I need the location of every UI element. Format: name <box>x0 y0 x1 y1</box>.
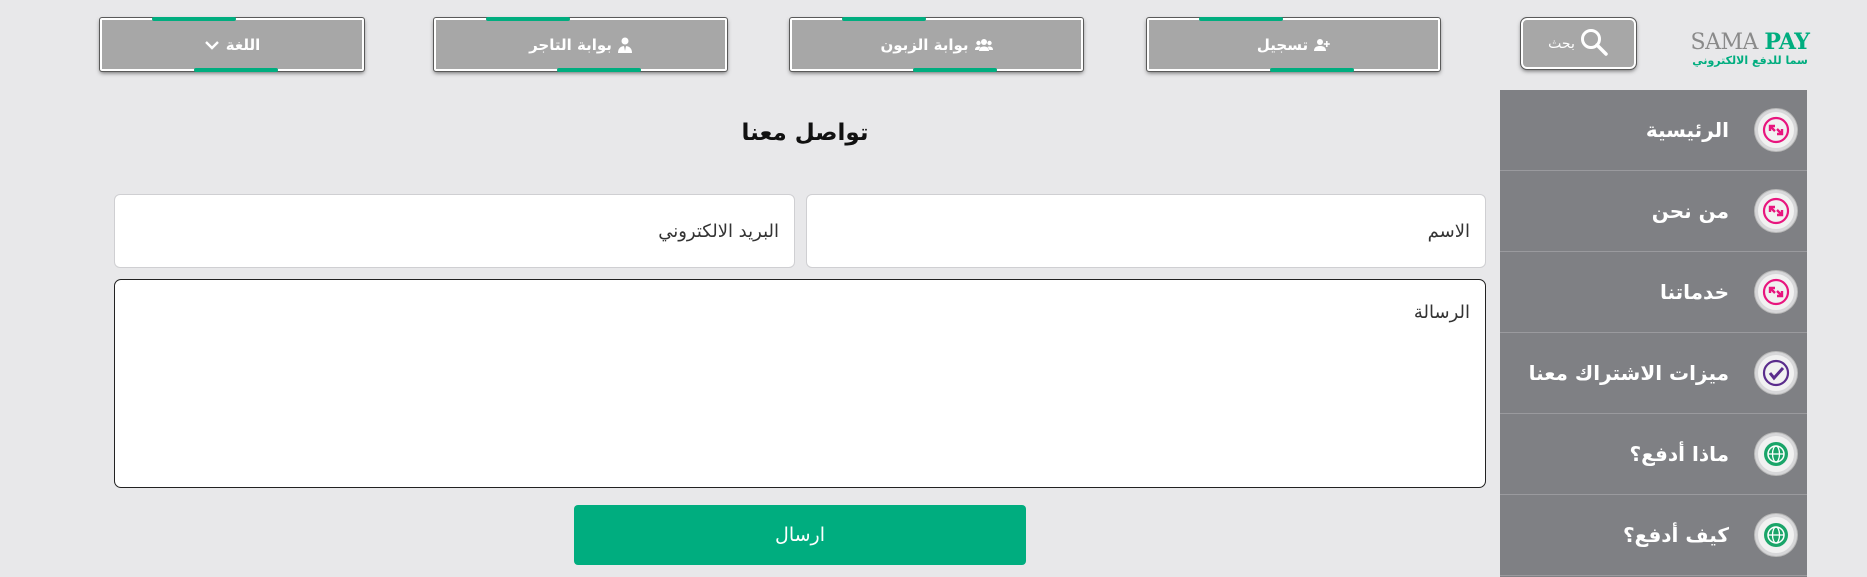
accent-bar <box>913 68 997 72</box>
accent-bar <box>557 68 641 72</box>
name-field[interactable]: الاسم <box>806 194 1486 268</box>
message-placeholder: الرسالة <box>1413 302 1470 323</box>
email-field[interactable]: البريد الالكتروني <box>114 194 795 268</box>
register-button[interactable]: تسجيل <box>1146 17 1441 72</box>
arrows-exchange-icon <box>1755 109 1797 151</box>
accent-bar <box>1270 68 1354 72</box>
language-label: اللغة <box>225 35 261 54</box>
sidebar-item-label: ميزات الاشتراك معنا <box>1528 361 1729 385</box>
sidebar-item-how-to-pay[interactable]: كيف أدفع؟ <box>1500 495 1807 576</box>
sidebar-nav: الرئيسية من نحن خدماتنا ميزات الاشتراك م… <box>1500 90 1807 577</box>
brand-logo[interactable]: SAMA PAY سما للدفع الالكتروني <box>1690 29 1811 75</box>
message-textarea[interactable]: الرسالة <box>114 279 1486 488</box>
chevron-down-icon <box>204 39 220 51</box>
logo-text-pay: PAY <box>1764 29 1810 55</box>
customer-portal-label: بوابة الزبون <box>880 35 969 54</box>
sidebar-item-label: ماذا أدفع؟ <box>1629 442 1729 466</box>
search-button[interactable]: بحث <box>1520 17 1637 70</box>
logo-text-sama: SAMA <box>1690 30 1759 55</box>
accent-bar <box>1199 17 1283 21</box>
merchant-portal-button[interactable]: بوابة التاجر <box>433 17 728 72</box>
globe-icon <box>1755 514 1797 556</box>
arrows-exchange-icon <box>1755 271 1797 313</box>
sidebar-item-about[interactable]: من نحن <box>1500 171 1807 252</box>
arrows-exchange-icon <box>1755 190 1797 232</box>
page-title: تواصل معنا <box>741 120 869 146</box>
search-icon <box>1579 27 1609 61</box>
user-plus-icon <box>1314 38 1330 52</box>
sidebar-item-home[interactable]: الرئيسية <box>1500 90 1807 171</box>
send-button[interactable]: ارسال <box>574 505 1026 565</box>
logo-tagline: سما للدفع الالكتروني <box>1692 54 1808 67</box>
sidebar-item-subscription-features[interactable]: ميزات الاشتراك معنا <box>1500 333 1807 414</box>
accent-bar <box>152 17 236 21</box>
name-placeholder: الاسم <box>1427 220 1470 242</box>
register-label: تسجيل <box>1256 35 1309 54</box>
accent-bar <box>842 17 926 21</box>
language-dropdown[interactable]: اللغة <box>99 17 365 72</box>
accent-bar <box>486 17 570 21</box>
merchant-portal-label: بوابة التاجر <box>529 35 612 54</box>
globe-icon <box>1755 433 1797 475</box>
sidebar-item-label: الرئيسية <box>1645 118 1729 142</box>
check-icon <box>1755 352 1797 394</box>
users-icon <box>974 38 993 52</box>
customer-portal-button[interactable]: بوابة الزبون <box>789 17 1084 72</box>
search-button-label: بحث <box>1548 35 1575 52</box>
user-tie-icon <box>617 37 632 53</box>
email-placeholder: البريد الالكتروني <box>658 220 779 242</box>
sidebar-item-label: من نحن <box>1651 199 1729 223</box>
sidebar-item-label: كيف أدفع؟ <box>1622 523 1729 547</box>
sidebar-item-label: خدماتنا <box>1659 280 1729 304</box>
sidebar-item-services[interactable]: خدماتنا <box>1500 252 1807 333</box>
accent-bar <box>194 68 278 72</box>
sidebar-item-what-to-pay[interactable]: ماذا أدفع؟ <box>1500 414 1807 495</box>
